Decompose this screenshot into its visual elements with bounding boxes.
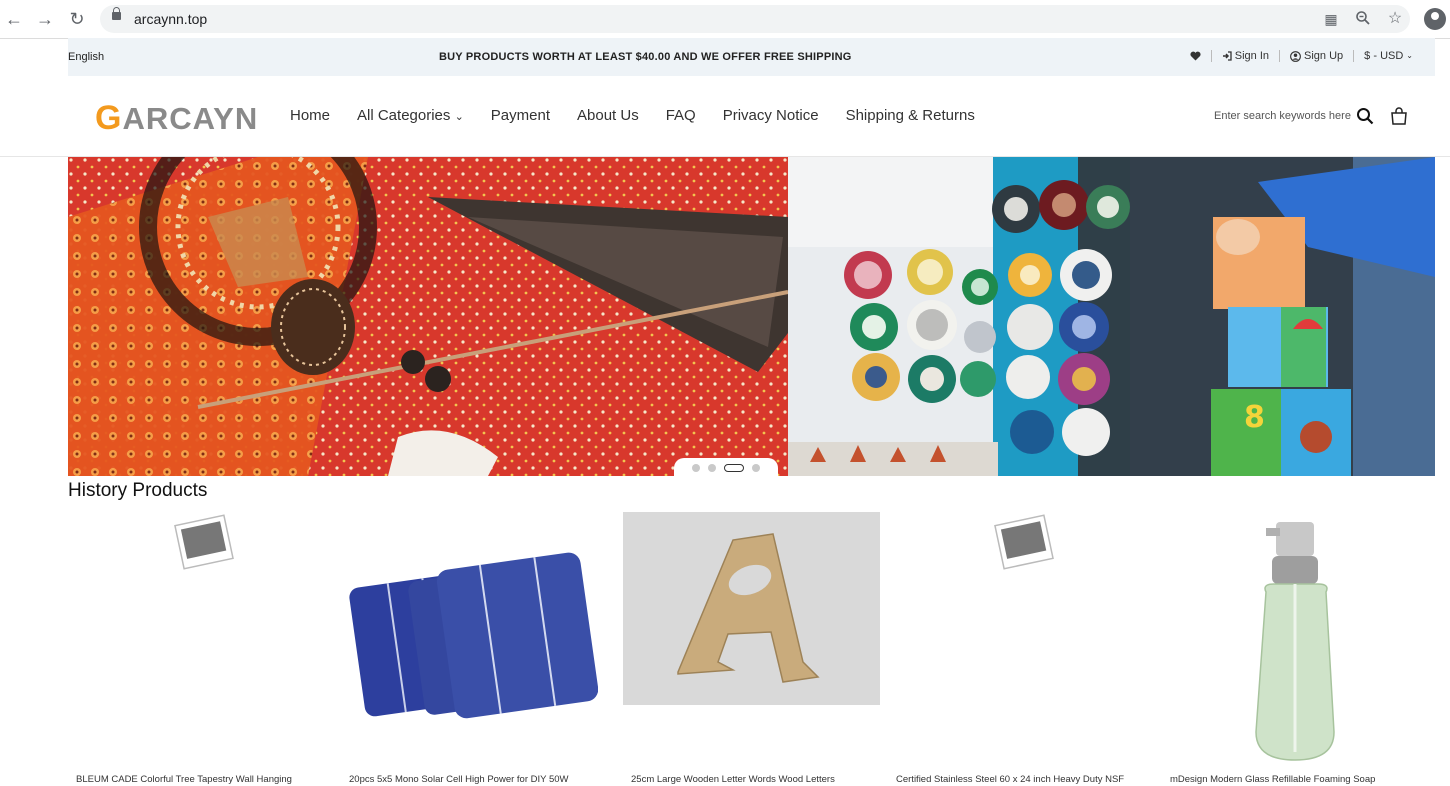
nav-privacy-notice[interactable]: Privacy Notice — [723, 107, 819, 124]
carousel-dot[interactable] — [752, 464, 760, 472]
sign-up-link[interactable]: Sign Up — [1279, 50, 1353, 62]
search-icon[interactable] — [1356, 107, 1374, 125]
product-card[interactable]: BLEUM CADE Colorful Tree Tapestry Wall H… — [68, 512, 325, 786]
carousel-dot-active[interactable] — [724, 464, 744, 472]
translate-icon[interactable]: ▦ — [1322, 10, 1340, 28]
carousel-indicators — [674, 458, 778, 478]
address-bar[interactable]: arcaynn.top ▦ ☆ — [100, 5, 1410, 33]
nav-home[interactable]: Home — [290, 107, 330, 124]
nav-all-categories[interactable]: All Categories ⌄ — [357, 107, 464, 124]
image-placeholder-icon — [174, 514, 234, 570]
wooden-letter-image — [623, 512, 880, 705]
site-header: G ARCAYN Home All Categories ⌄ Payment Ab… — [68, 76, 1435, 156]
sign-in-label: Sign In — [1234, 50, 1270, 62]
product-card[interactable]: 25cm Large Wooden Letter Words Wood Lett… — [623, 512, 880, 786]
zoom-icon[interactable] — [1354, 10, 1372, 28]
svg-text:8: 8 — [1244, 400, 1265, 435]
chevron-down-icon: ⌄ — [454, 111, 464, 123]
url-text: arcaynn.top — [134, 11, 208, 27]
banner-image: 8 — [68, 157, 1435, 476]
logo-g-mark: G — [95, 99, 123, 137]
browser-toolbar: ← → ↻ arcaynn.top ▦ ☆ — [0, 0, 1450, 39]
product-name[interactable]: mDesign Modern Glass Refillable Foaming … — [1170, 774, 1375, 785]
forward-icon[interactable]: → — [34, 8, 56, 30]
heart-icon — [1190, 51, 1201, 61]
product-card[interactable]: 20pcs 5x5 Mono Solar Cell High Power for… — [341, 512, 598, 786]
bookmark-star-icon[interactable]: ☆ — [1386, 10, 1404, 28]
product-card[interactable]: Certified Stainless Steel 60 x 24 inch H… — [888, 512, 1145, 786]
nav-faq[interactable]: FAQ — [666, 107, 696, 124]
user-circle-icon — [1290, 50, 1301, 62]
site-logo[interactable]: G ARCAYN — [95, 99, 258, 138]
product-name[interactable]: BLEUM CADE Colorful Tree Tapestry Wall H… — [76, 774, 292, 785]
sign-in-icon — [1222, 51, 1232, 61]
soap-dispenser-image — [1255, 522, 1335, 761]
back-icon[interactable]: ← — [3, 8, 25, 30]
profile-avatar-icon[interactable] — [1424, 8, 1446, 30]
search-input[interactable]: Enter search keywords here — [1214, 110, 1351, 122]
image-placeholder-icon — [994, 514, 1054, 570]
wishlist-link[interactable] — [1180, 51, 1211, 61]
logo-text: ARCAYN — [122, 100, 259, 136]
reload-icon[interactable]: ↻ — [66, 8, 88, 30]
product-card[interactable]: mDesign Modern Glass Refillable Foaming … — [1162, 512, 1419, 786]
language-selector[interactable]: English — [68, 51, 104, 63]
nav-all-categories-label: All Categories — [357, 107, 451, 124]
lock-icon — [112, 7, 121, 20]
product-name[interactable]: 25cm Large Wooden Letter Words Wood Lett… — [631, 774, 835, 785]
sign-up-label: Sign Up — [1304, 50, 1344, 62]
chevron-down-icon: ⌄ — [1406, 51, 1413, 60]
carousel-dot[interactable] — [692, 464, 700, 472]
currency-label: $ - USD — [1364, 50, 1404, 62]
product-name[interactable]: 20pcs 5x5 Mono Solar Cell High Power for… — [349, 774, 568, 785]
shipping-promo: BUY PRODUCTS WORTH AT LEAST $40.00 AND W… — [439, 51, 852, 63]
product-name[interactable]: Certified Stainless Steel 60 x 24 inch H… — [896, 774, 1124, 785]
hero-banner-carousel[interactable]: 8 — [68, 157, 1435, 476]
nav-shipping-returns[interactable]: Shipping & Returns — [846, 107, 975, 124]
shopping-bag-icon[interactable] — [1389, 106, 1409, 126]
main-navigation: Home All Categories ⌄ Payment About Us F… — [290, 107, 975, 124]
solar-cells-image — [349, 552, 598, 719]
sign-in-link[interactable]: Sign In — [1210, 50, 1279, 62]
currency-selector[interactable]: $ - USD ⌄ — [1353, 50, 1423, 62]
nav-payment[interactable]: Payment — [491, 107, 550, 124]
nav-about-us[interactable]: About Us — [577, 107, 639, 124]
top-info-bar: English BUY PRODUCTS WORTH AT LEAST $40.… — [68, 38, 1435, 76]
carousel-dot[interactable] — [708, 464, 716, 472]
account-links: Sign In Sign Up $ - USD ⌄ — [1180, 50, 1423, 62]
history-products-title: History Products — [68, 480, 208, 501]
